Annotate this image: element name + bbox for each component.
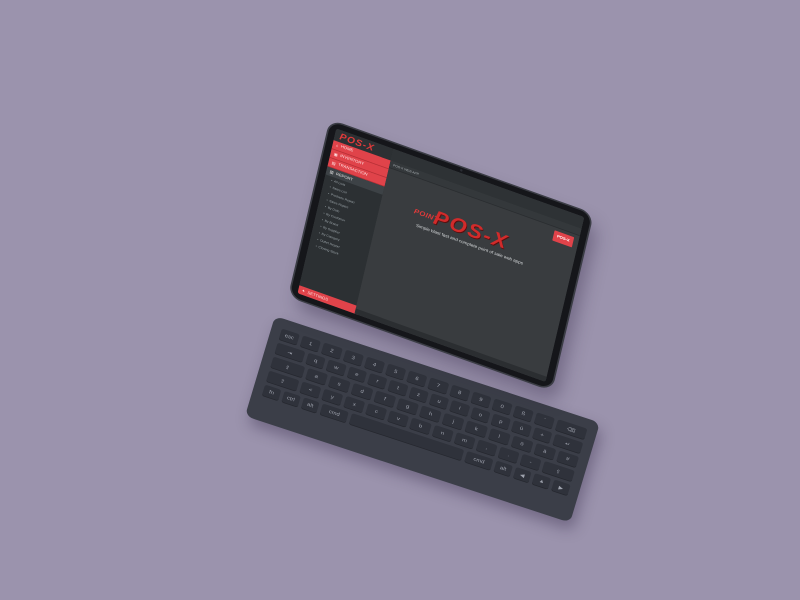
box-icon: ▣ (333, 151, 339, 158)
list-icon: ▪ (327, 191, 330, 196)
cart-icon: ▤ (331, 160, 337, 167)
list-icon: ▪ (318, 230, 321, 235)
list-icon: ▪ (316, 237, 319, 242)
home-icon: ⌂ (335, 143, 339, 149)
keyboard-key[interactable]: ▶ (551, 479, 571, 497)
brand-button[interactable]: POS-X (552, 230, 575, 248)
list-icon: ▪ (326, 197, 329, 202)
keyboard-key[interactable]: alt (300, 397, 320, 414)
keyboard-key[interactable]: ctrl (281, 390, 301, 408)
scene: esc 1 2 3 4 5 6 7 8 9 0 ß ´ ⌫ ⇥ q w e r t z u i o p ü + ↵ ⇪ a s d f g h j k l… (0, 0, 800, 600)
list-icon: ▪ (319, 224, 323, 229)
sidebar-item-label: SETTINGS (307, 290, 329, 302)
keyboard-key[interactable]: alt (493, 460, 513, 478)
camera-dot (459, 168, 463, 172)
keyboard-key[interactable]: ◀ (512, 466, 533, 484)
list-icon: ▪ (329, 184, 332, 189)
list-icon: ▪ (330, 178, 333, 183)
list-icon: ▪ (324, 204, 327, 209)
keyboard-key[interactable]: ▲ (531, 473, 552, 490)
gear-icon: ✦ (301, 288, 306, 294)
list-icon: ▪ (323, 210, 326, 216)
chart-icon: ▥ (329, 169, 335, 176)
list-icon: ▪ (321, 217, 324, 222)
sidebar-item-settings[interactable]: ✦ SETTINGS (297, 285, 360, 315)
keyboard-key[interactable]: fn (261, 384, 282, 402)
list-icon: ▪ (315, 243, 318, 248)
main-area: POS-X WEB APP POS-X POINT POS-X Simple b… (354, 148, 585, 382)
